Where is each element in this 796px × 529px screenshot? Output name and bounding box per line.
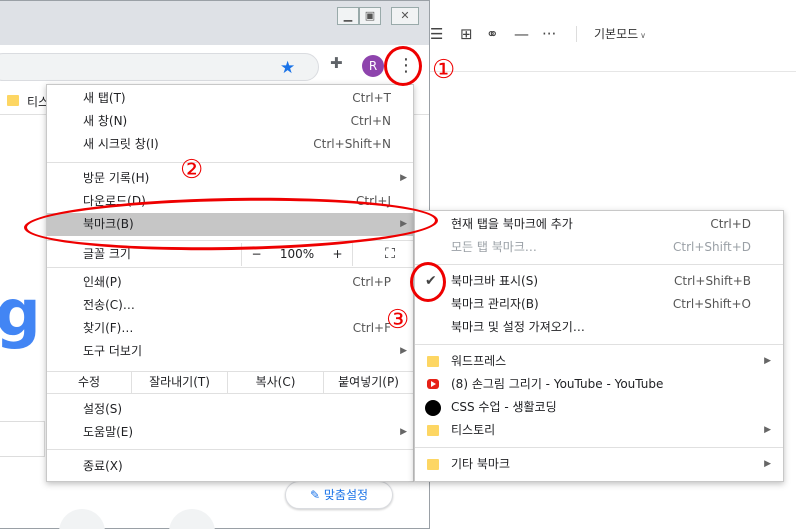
table-icon[interactable]: ⊞ xyxy=(460,24,473,44)
link-icon[interactable]: ⚭ xyxy=(486,24,499,44)
annotation-ring-checkmark xyxy=(410,262,446,302)
bookmark-youtube[interactable]: (8) 손그림 그리기 - YouTube - YouTube xyxy=(415,373,783,396)
list-icon[interactable]: ☰ xyxy=(430,24,443,44)
folder-icon xyxy=(427,459,439,470)
google-doodle[interactable]: g xyxy=(0,277,41,351)
toolbar-separator xyxy=(576,26,577,42)
address-bar[interactable]: ★ xyxy=(0,53,319,81)
menu-item-more-tools[interactable]: 도구 더보기 ▶ xyxy=(47,340,413,363)
submenu-item-show-bookmarks-bar[interactable]: ✔ 북마크바 표시(S) Ctrl+Shift+B xyxy=(415,270,783,293)
folder-icon xyxy=(427,425,439,436)
menu-item-cast[interactable]: 전송(C)… xyxy=(47,294,413,317)
pencil-icon: ✎ xyxy=(309,488,321,502)
submenu-item-add-bookmark[interactable]: 현재 탭을 북마크에 추가 Ctrl+D xyxy=(415,213,783,236)
annotation-step-2: ② xyxy=(180,155,204,185)
annotation-step-1: ① xyxy=(432,55,456,85)
youtube-icon xyxy=(427,379,439,389)
edit-label: 수정 xyxy=(77,375,101,389)
bookmark-folder-wordpress[interactable]: 워드프레스 ▶ xyxy=(415,350,783,373)
cut-button[interactable]: 잘라내기(T) xyxy=(131,372,227,393)
chevron-down-icon: ∨ xyxy=(640,31,647,40)
folder-icon xyxy=(7,95,19,106)
menu-item-print[interactable]: 인쇄(P) Ctrl+P xyxy=(47,271,413,294)
submenu-item-bookmark-manager[interactable]: 북마크 관리자(B) Ctrl+Shift+O xyxy=(415,293,783,316)
menu-item-new-window[interactable]: 새 창(N) Ctrl+N xyxy=(47,110,413,133)
annotation-step-3: ③ xyxy=(386,305,410,335)
menu-item-settings[interactable]: 설정(S) xyxy=(47,398,413,421)
copy-button[interactable]: 복사(C) xyxy=(227,372,323,393)
fullscreen-icon[interactable]: ⛶ xyxy=(367,243,413,266)
star-icon[interactable]: ★ xyxy=(280,58,295,78)
chevron-right-icon: ▶ xyxy=(764,356,771,366)
zoom-in-button[interactable]: + xyxy=(323,243,353,266)
bookmark-folder-tistory[interactable]: 티스토리 ▶ xyxy=(415,419,783,442)
bookmark-folder-other[interactable]: 기타 북마크 ▶ xyxy=(415,453,783,476)
chevron-right-icon: ▶ xyxy=(400,346,407,356)
submenu-divider xyxy=(415,344,783,345)
submenu-item-import[interactable]: 북마크 및 설정 가져오기… xyxy=(415,316,783,339)
extensions-icon[interactable]: ✚ xyxy=(330,54,343,72)
submenu-item-bookmark-all[interactable]: 모든 탭 북마크… Ctrl+Shift+D xyxy=(415,236,783,259)
menu-item-incognito[interactable]: 새 시크릿 창(I) Ctrl+Shift+N xyxy=(47,133,413,156)
customize-button[interactable]: ✎ 맞춤설정 xyxy=(285,481,393,509)
chevron-right-icon: ▶ xyxy=(764,459,771,469)
close-icon[interactable]: ✕ xyxy=(391,7,419,25)
shortcut-tile[interactable] xyxy=(169,509,215,529)
shortcut-tile[interactable] xyxy=(59,509,105,529)
bookmark-css[interactable]: CSS 수업 - 생활코딩 xyxy=(415,396,783,419)
chevron-right-icon: ▶ xyxy=(764,425,771,435)
submenu-divider xyxy=(415,264,783,265)
bookmarks-submenu: 현재 탭을 북마크에 추가 Ctrl+D 모든 탭 북마크… Ctrl+Shift+… xyxy=(414,210,784,482)
menu-item-help[interactable]: 도움말(E) ▶ xyxy=(47,421,413,444)
divider-icon[interactable]: — xyxy=(514,24,529,44)
dot-icon xyxy=(425,400,441,416)
submenu-divider xyxy=(415,447,783,448)
minimize-icon[interactable]: ▁ xyxy=(337,7,359,25)
menu-item-history[interactable]: 방문 기록(H) ▶ xyxy=(47,167,413,190)
menu-item-new-tab[interactable]: 새 탭(T) Ctrl+T xyxy=(47,87,413,110)
more-icon[interactable]: ··· xyxy=(542,24,556,44)
folder-icon xyxy=(427,356,439,367)
menu-divider xyxy=(47,449,413,450)
avatar[interactable]: R xyxy=(362,55,384,77)
search-box[interactable] xyxy=(0,421,45,457)
paste-button[interactable]: 붙여넣기(P) xyxy=(323,372,413,393)
menu-item-exit[interactable]: 종료(X) xyxy=(47,455,413,478)
chevron-right-icon: ▶ xyxy=(400,173,407,183)
restore-icon[interactable]: ▣ xyxy=(359,7,381,25)
mode-selector[interactable]: 기본모드 ∨ xyxy=(594,25,646,42)
title-bar: ▁ ▣ ✕ xyxy=(0,1,429,45)
annotation-ring-menu xyxy=(384,46,422,86)
menu-divider xyxy=(47,162,413,163)
menu-item-find[interactable]: 찾기(F)… Ctrl+F xyxy=(47,317,413,340)
chevron-right-icon: ▶ xyxy=(400,427,407,437)
edit-row: 수정 잘라내기(T) 복사(C) 붙여넣기(P) xyxy=(47,371,413,394)
chrome-menu: 새 탭(T) Ctrl+T 새 창(N) Ctrl+N 새 시크릿 창(I) Ctrl… xyxy=(46,84,414,482)
menu-divider xyxy=(47,267,413,268)
